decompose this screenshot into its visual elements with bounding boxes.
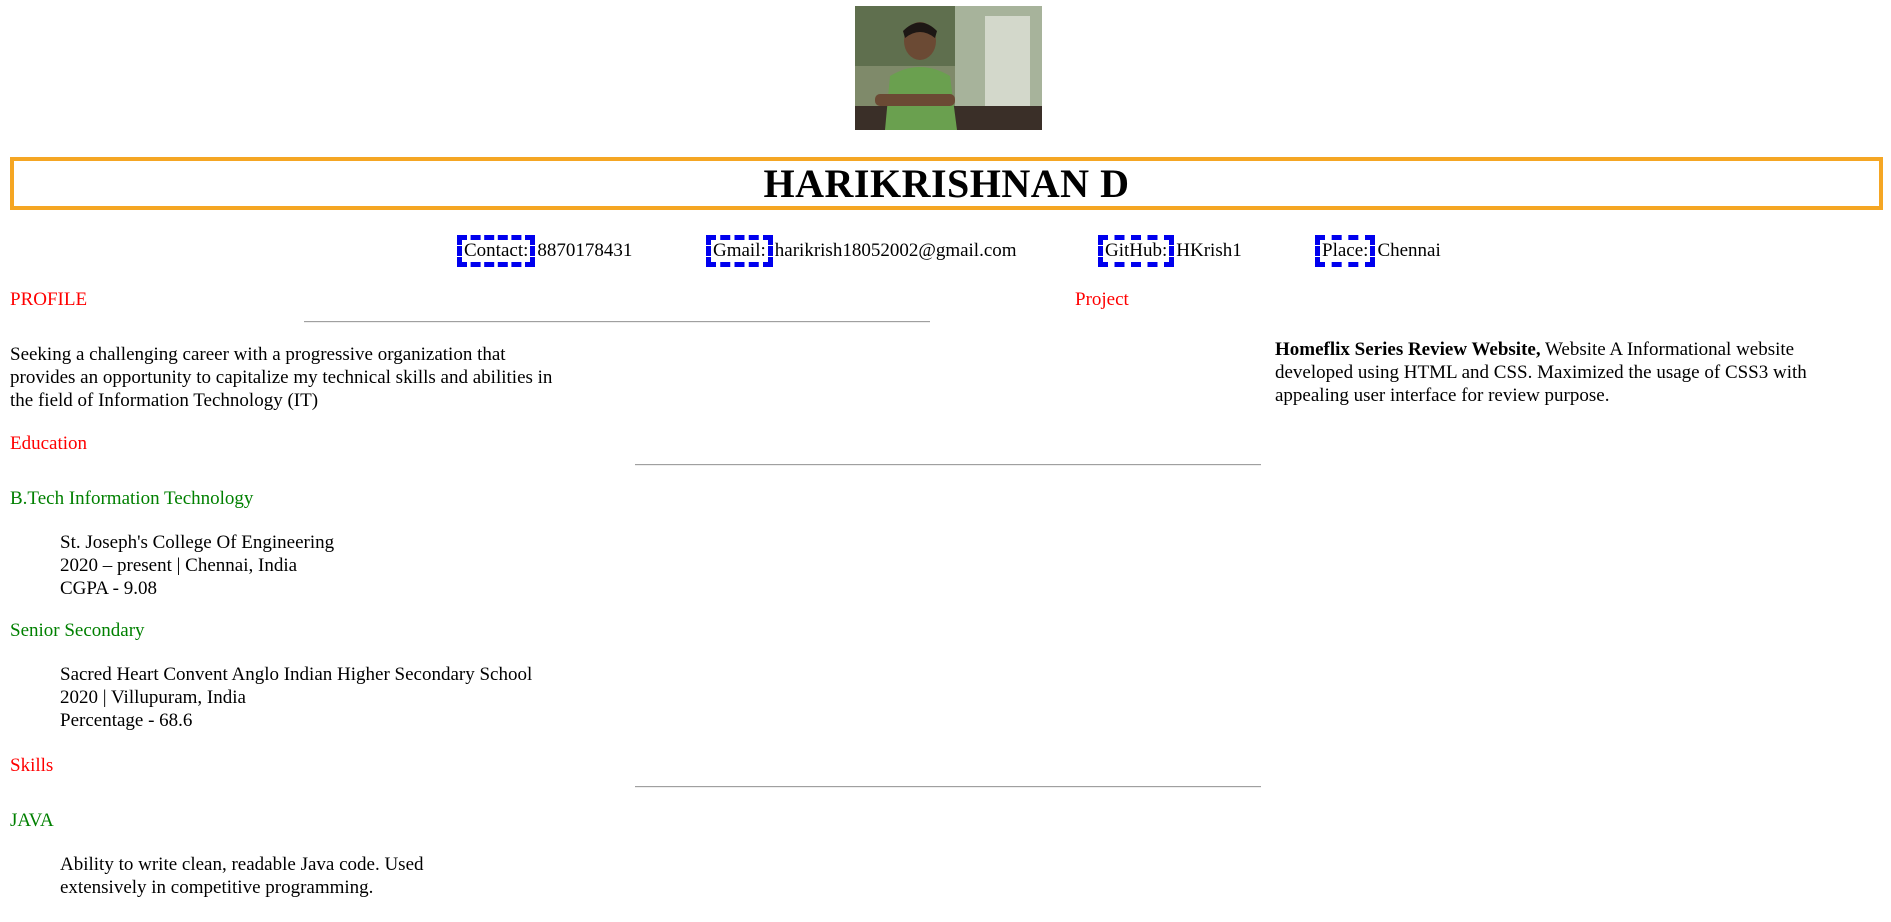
contact-gmail-label: Gmail: (706, 235, 773, 267)
education-details-secondary: Sacred Heart Convent Anglo Indian Higher… (60, 663, 532, 732)
name-banner: HARIKRISHNAN D (10, 157, 1883, 210)
education-details-btech: St. Joseph's College Of Engineering 2020… (60, 531, 334, 600)
contact-gmail: Gmail: harikrish18052002@gmail.com (706, 235, 1017, 267)
skills-heading: Skills (10, 755, 54, 776)
profile-text: Seeking a challenging career with a prog… (10, 344, 553, 411)
education-degree-btech: B.Tech Information Technology (10, 488, 254, 509)
education-line: Percentage - 68.6 (60, 710, 193, 731)
skill-details-java: Ability to write clean, readable Java co… (60, 853, 424, 899)
contact-gmail-value: harikrish18052002@gmail.com (774, 240, 1017, 261)
education-line: Sacred Heart Convent Anglo Indian Higher… (60, 664, 533, 685)
contact-place-value: Chennai (1377, 240, 1441, 261)
profile-heading: PROFILE (10, 289, 88, 310)
education-heading: Education (10, 433, 88, 454)
education-line: CGPA - 9.08 (60, 578, 157, 599)
contact-github-value: HKrish1 (1176, 240, 1242, 261)
candidate-name: HARIKRISHNAN D (763, 161, 1130, 206)
project-heading: Project (1075, 289, 1129, 310)
education-divider (635, 464, 1261, 466)
contact-phone-label: Contact: (457, 235, 536, 267)
contact-place: Place: Chennai (1315, 235, 1441, 267)
project-entry: Homeflix Series Review Website, Website … (1275, 338, 1875, 407)
education-degree-secondary: Senior Secondary (10, 620, 145, 641)
contact-phone-value: 8870178431 (537, 240, 633, 261)
contact-github-label: GitHub: (1098, 235, 1175, 267)
education-line: 2020 | Villupuram, India (60, 687, 246, 708)
skill-line: Ability to write clean, readable Java co… (60, 854, 424, 875)
education-line: 2020 – present | Chennai, India (60, 555, 298, 576)
contact-place-label: Place: (1315, 235, 1376, 267)
skills-divider (635, 786, 1261, 788)
skill-name-java: JAVA (10, 810, 54, 831)
education-line: St. Joseph's College Of Engineering (60, 532, 335, 553)
profile-divider (304, 321, 930, 323)
profile-photo-image (855, 6, 1042, 130)
contact-github: GitHub: HKrish1 (1098, 235, 1242, 267)
profile-photo (855, 6, 1042, 130)
skill-line: extensively in competitive programming. (60, 877, 374, 898)
contact-phone: Contact: 8870178431 (457, 235, 632, 267)
resume-page: HARIKRISHNAN D Contact: 8870178431 Gmail… (0, 0, 1891, 922)
project-name: Homeflix Series Review Website, (1275, 339, 1541, 360)
